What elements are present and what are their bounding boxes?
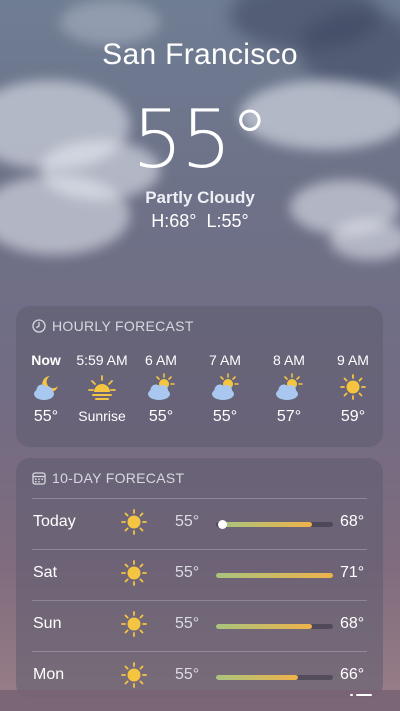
hourly-item: 8 AM 57°	[257, 352, 321, 426]
high-temp: 68°	[340, 513, 365, 530]
hour-time: 7 AM	[209, 352, 241, 368]
hourly-item: 7 AM 55°	[193, 352, 257, 426]
day-name: Today	[33, 513, 76, 530]
ten-day-forecast-card[interactable]: 10-DAY FORECAST Today 55° 68° Sat 55° 71…	[16, 458, 383, 698]
low-temp: 55°	[175, 666, 200, 683]
high-low: H:68° L:55°	[0, 211, 400, 232]
list-icon[interactable]	[350, 694, 372, 710]
ten-day-forecast-header: 10-DAY FORECAST	[32, 470, 184, 486]
sun-icon	[121, 662, 147, 688]
range-fill	[216, 573, 333, 578]
bottom-toolbar	[0, 690, 400, 711]
low-temp: L:55°	[206, 211, 249, 231]
hourly-forecast-card[interactable]: HOURLY FORECAST Now 55° 5:59 AM Sunrise …	[16, 306, 383, 447]
temperature-range-bar	[216, 624, 333, 629]
current-temperature: 55°	[132, 93, 270, 186]
day-name: Sat	[33, 564, 58, 581]
sunrise-label: Sunrise	[78, 408, 126, 424]
range-fill	[221, 522, 312, 527]
high-temp: 66°	[340, 666, 365, 683]
sun-icon	[340, 374, 366, 400]
hour-time: 8 AM	[273, 352, 305, 368]
clock-icon	[32, 319, 46, 333]
forecast-row[interactable]: Sun 55° 68°	[16, 600, 383, 651]
high-temp: H:68°	[151, 211, 197, 231]
temperature-range-bar	[216, 675, 333, 680]
city-name: San Francisco	[102, 38, 298, 71]
range-fill	[216, 675, 298, 680]
temperature-range-bar	[216, 520, 333, 529]
ten-day-forecast-title: 10-DAY FORECAST	[52, 470, 185, 486]
current-temp-marker	[217, 520, 227, 529]
partly-cloudy-icon	[276, 373, 303, 400]
current-condition: Partly Cloudy	[145, 188, 255, 207]
low-temp: 55°	[175, 564, 200, 581]
forecast-row[interactable]: Sat 55° 71°	[16, 549, 383, 600]
sunrise-icon	[88, 375, 116, 400]
hour-time: 5:59 AM	[76, 352, 128, 368]
hour-time: 9 AM	[337, 352, 369, 368]
sun-icon	[121, 560, 147, 586]
hour-temp: 55°	[148, 408, 174, 425]
hour-time: 6 AM	[145, 352, 177, 368]
hourly-forecast-header: HOURLY FORECAST	[32, 318, 194, 334]
high-temp: 71°	[340, 564, 365, 581]
temperature-range-bar	[216, 573, 333, 578]
partly-cloudy-icon	[212, 373, 239, 400]
hour-temp: 59°	[340, 408, 366, 425]
sun-icon	[121, 509, 147, 535]
day-name: Sun	[33, 615, 62, 632]
high-temp: 68°	[340, 615, 365, 632]
calendar-icon	[32, 472, 46, 485]
low-temp: 55°	[175, 615, 200, 632]
low-temp: 55°	[175, 513, 200, 530]
partly-cloudy-icon	[148, 373, 175, 400]
hour-temp: 57°	[276, 408, 302, 425]
hourly-item: 6 AM 55°	[129, 352, 193, 426]
hour-temp: 55°	[212, 408, 238, 425]
forecast-row[interactable]: Today 55° 68°	[16, 498, 383, 549]
hourly-item: Now 55°	[14, 352, 78, 426]
range-fill	[216, 624, 312, 629]
hourly-item: 9 AM 59°	[321, 352, 385, 426]
hour-time: Now	[31, 352, 61, 368]
partly-cloudy-night-icon	[34, 376, 58, 400]
day-name: Mon	[33, 666, 65, 683]
hour-temp: 55°	[33, 408, 59, 425]
sun-icon	[121, 611, 147, 637]
hourly-forecast-title: HOURLY FORECAST	[52, 318, 194, 334]
hourly-item: 5:59 AM Sunrise	[70, 352, 134, 424]
